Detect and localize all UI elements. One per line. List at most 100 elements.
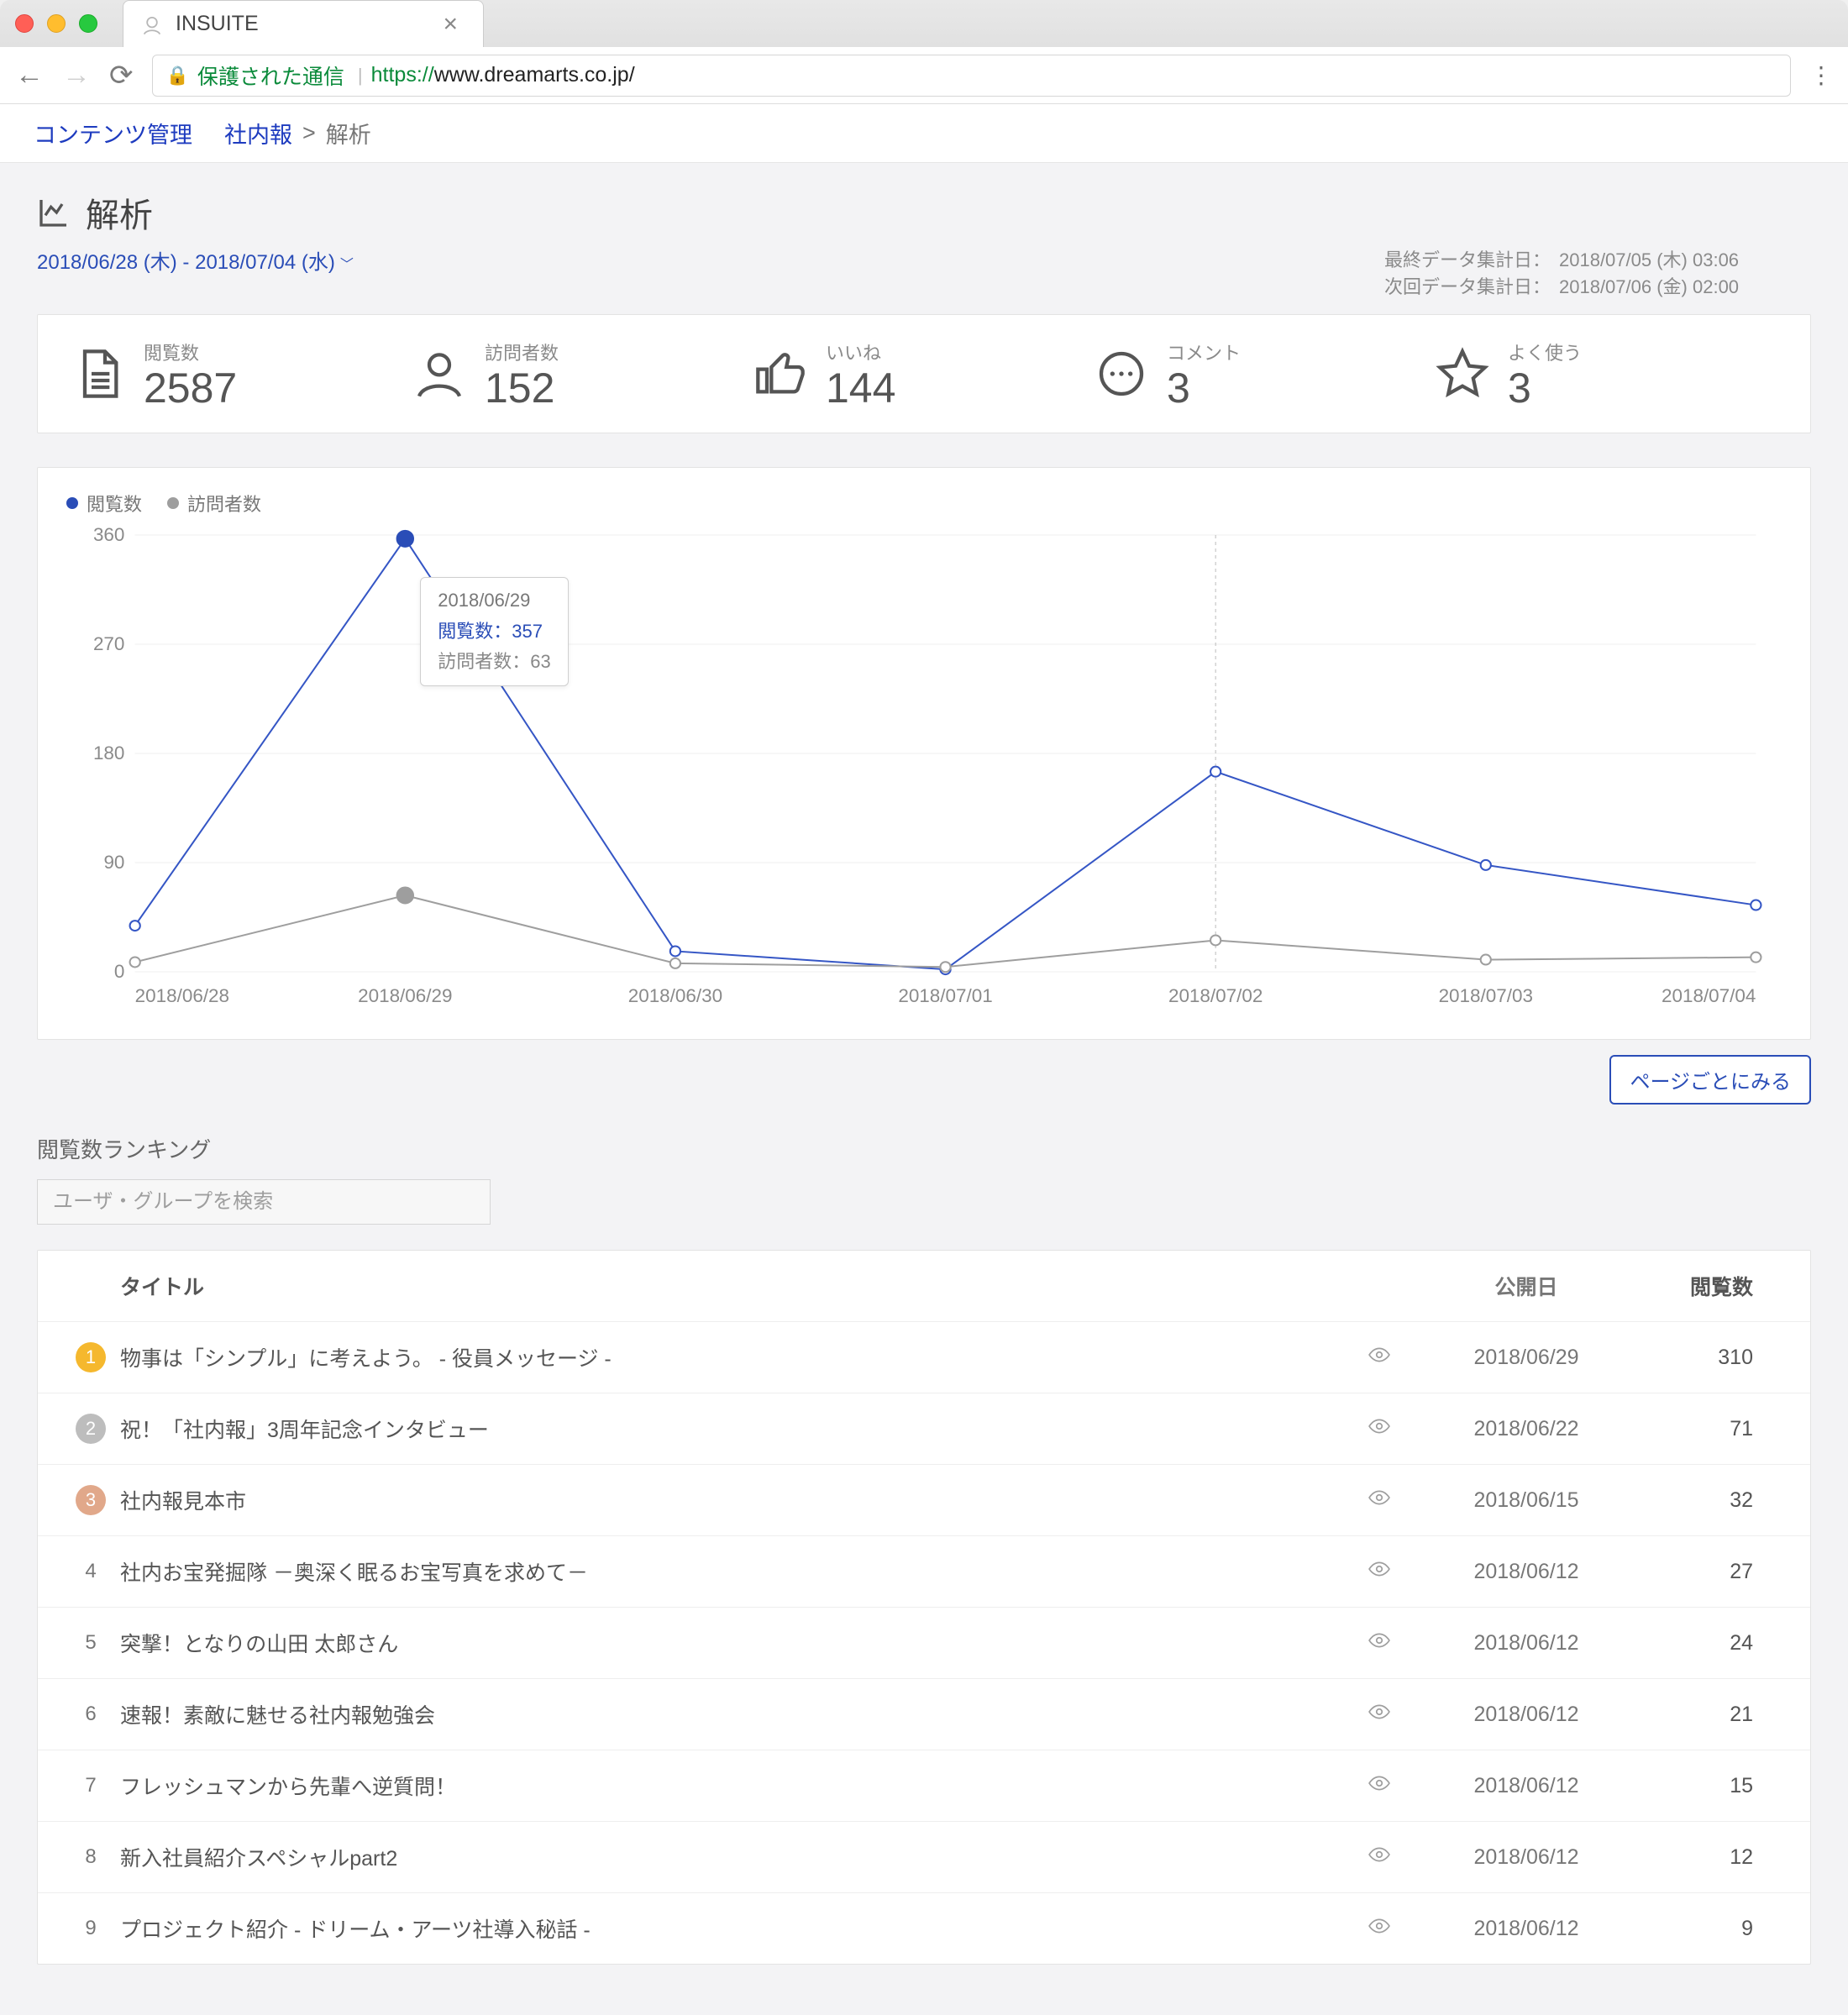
- forward-button[interactable]: →: [62, 59, 91, 92]
- url-host: www.dreamarts.co.jp/: [434, 63, 635, 87]
- eye-icon[interactable]: [1350, 1915, 1409, 1943]
- row-views: 32: [1644, 1488, 1787, 1513]
- row-views: 15: [1644, 1774, 1787, 1798]
- eye-icon[interactable]: [1350, 1415, 1409, 1443]
- window-traffic-lights: [15, 14, 97, 33]
- eye-icon[interactable]: [1350, 1487, 1409, 1514]
- last-agg-label: 最終データ集計日：: [1383, 245, 1551, 272]
- date-range-picker[interactable]: 2018/06/28 (木) - 2018/07/04 (水) ﹀: [37, 245, 354, 275]
- tooltip-views: 閲覧数：357: [438, 617, 550, 643]
- svg-text:0: 0: [114, 961, 124, 982]
- stat-comments-label: コメント: [1167, 338, 1241, 365]
- thumbs-up-icon: [753, 347, 807, 401]
- minimize-window-icon[interactable]: [47, 14, 66, 33]
- lock-icon: 🔒: [166, 65, 189, 87]
- ranking-table: タイトル 公開日 閲覧数 1物事は「シンプル」に考えよう。 - 役員メッセージ …: [37, 1250, 1811, 1965]
- ranking-title: 閲覧数ランキング: [37, 1133, 1811, 1164]
- breadcrumb: コンテンツ管理 社内報 > 解析: [0, 104, 1848, 163]
- row-title: 社内報見本市: [120, 1485, 1350, 1515]
- browser-tab[interactable]: INSUITE ×: [123, 0, 484, 47]
- eye-icon[interactable]: [1350, 1344, 1409, 1372]
- stat-likes: いいね144: [753, 338, 1095, 409]
- stat-favorites: よく使う3: [1436, 338, 1777, 409]
- row-title: 新入社員紹介スペシャルpart2: [120, 1842, 1350, 1872]
- table-row[interactable]: 5突撃！となりの山田 太郎さん2018/06/1224: [38, 1608, 1810, 1679]
- row-date: 2018/06/12: [1409, 1560, 1644, 1584]
- table-row[interactable]: 7フレッシュマンから先輩へ逆質問！2018/06/1215: [38, 1750, 1810, 1822]
- row-title: プロジェクト紹介 - ドリーム・アーツ社導入秘話 -: [120, 1913, 1350, 1944]
- table-row[interactable]: 2祝！「社内報」3周年記念インタビュー2018/06/2271: [38, 1393, 1810, 1465]
- tab-title: INSUITE: [176, 12, 443, 36]
- breadcrumb-parent-link[interactable]: 社内報: [224, 117, 292, 150]
- secure-connection-label: 保護された通信: [197, 60, 344, 91]
- chart-area[interactable]: 0901802703602018/06/282018/06/292018/06/…: [66, 527, 1782, 1014]
- stat-fav-label: よく使う: [1508, 338, 1582, 365]
- person-icon: [412, 347, 466, 401]
- row-views: 21: [1644, 1703, 1787, 1727]
- eye-icon[interactable]: [1350, 1558, 1409, 1586]
- date-range-label: 2018/06/28 (木) - 2018/07/04 (水): [37, 251, 335, 274]
- row-views: 27: [1644, 1560, 1787, 1584]
- star-icon: [1436, 347, 1489, 401]
- table-row[interactable]: 8新入社員紹介スペシャルpart22018/06/1212: [38, 1822, 1810, 1893]
- rank-badge: 2: [76, 1414, 106, 1444]
- url-divider: |: [358, 65, 363, 87]
- chevron-down-icon: ﹀: [340, 258, 354, 272]
- row-views: 310: [1644, 1346, 1787, 1370]
- rank-number: 9: [85, 1917, 96, 1940]
- reload-button[interactable]: ⟳: [109, 59, 134, 92]
- eye-icon[interactable]: [1350, 1629, 1409, 1657]
- eye-icon[interactable]: [1350, 1844, 1409, 1871]
- eye-icon[interactable]: [1350, 1772, 1409, 1800]
- table-row[interactable]: 1物事は「シンプル」に考えよう。 - 役員メッセージ -2018/06/2931…: [38, 1322, 1810, 1393]
- content-management-link[interactable]: コンテンツ管理: [34, 117, 192, 150]
- svg-text:90: 90: [103, 852, 124, 873]
- table-row[interactable]: 4社内お宝発掘隊 －奥深く眠るお宝写真を求めて－2018/06/1227: [38, 1536, 1810, 1608]
- row-views: 24: [1644, 1631, 1787, 1656]
- stat-visitors-value: 152: [485, 367, 559, 409]
- address-bar[interactable]: 🔒 保護された通信 | https://www.dreamarts.co.jp/: [152, 55, 1792, 97]
- stat-comments-value: 3: [1167, 367, 1241, 409]
- svg-text:2018/07/04: 2018/07/04: [1662, 985, 1756, 1006]
- back-button[interactable]: ←: [15, 59, 44, 92]
- row-views: 9: [1644, 1917, 1787, 1941]
- close-window-icon[interactable]: [15, 14, 34, 33]
- svg-text:2018/06/28: 2018/06/28: [135, 985, 229, 1006]
- header-title: タイトル: [120, 1271, 1350, 1301]
- table-row[interactable]: 3社内報見本市2018/06/1532: [38, 1465, 1810, 1536]
- page-title: 解析: [86, 188, 153, 237]
- stat-views: 閲覧数2587: [71, 338, 412, 409]
- row-date: 2018/06/29: [1409, 1346, 1644, 1370]
- stat-likes-value: 144: [826, 367, 895, 409]
- row-date: 2018/06/12: [1409, 1845, 1644, 1870]
- url-protocol: https://: [371, 63, 434, 87]
- svg-text:2018/07/03: 2018/07/03: [1439, 985, 1533, 1006]
- search-input[interactable]: [37, 1179, 491, 1225]
- comment-icon: [1095, 347, 1148, 401]
- analytics-icon: [37, 196, 71, 229]
- close-tab-icon[interactable]: ×: [443, 10, 458, 39]
- aggregation-info: 最終データ集計日：2018/07/05 (木) 03:06 次回データ集計日：2…: [1383, 245, 1811, 299]
- legend-dot-views: [66, 497, 78, 509]
- stat-comments: コメント3: [1095, 338, 1436, 409]
- maximize-window-icon[interactable]: [79, 14, 97, 33]
- svg-text:2018/07/01: 2018/07/01: [898, 985, 992, 1006]
- row-title: 速報！素敵に魅せる社内報勉強会: [120, 1699, 1350, 1729]
- legend-dot-visitors: [167, 497, 179, 509]
- last-agg-time: 2018/07/05 (木) 03:06: [1559, 245, 1811, 272]
- table-row[interactable]: 9プロジェクト紹介 - ドリーム・アーツ社導入秘話 -2018/06/129: [38, 1893, 1810, 1964]
- stat-visitors: 訪問者数152: [412, 338, 753, 409]
- browser-menu-icon[interactable]: ⋮: [1809, 61, 1833, 89]
- table-row[interactable]: 6速報！素敵に魅せる社内報勉強会2018/06/1221: [38, 1679, 1810, 1750]
- row-views: 12: [1644, 1845, 1787, 1870]
- rank-number: 7: [85, 1774, 96, 1797]
- eye-icon[interactable]: [1350, 1701, 1409, 1729]
- view-per-page-button[interactable]: ページごとにみる: [1609, 1055, 1811, 1105]
- row-date: 2018/06/15: [1409, 1488, 1644, 1513]
- rank-badge: 1: [76, 1342, 106, 1372]
- breadcrumb-separator: >: [302, 120, 316, 146]
- tooltip-date: 2018/06/29: [438, 590, 550, 611]
- svg-text:360: 360: [93, 527, 124, 545]
- row-date: 2018/06/12: [1409, 1631, 1644, 1656]
- header-date: 公開日: [1409, 1271, 1644, 1301]
